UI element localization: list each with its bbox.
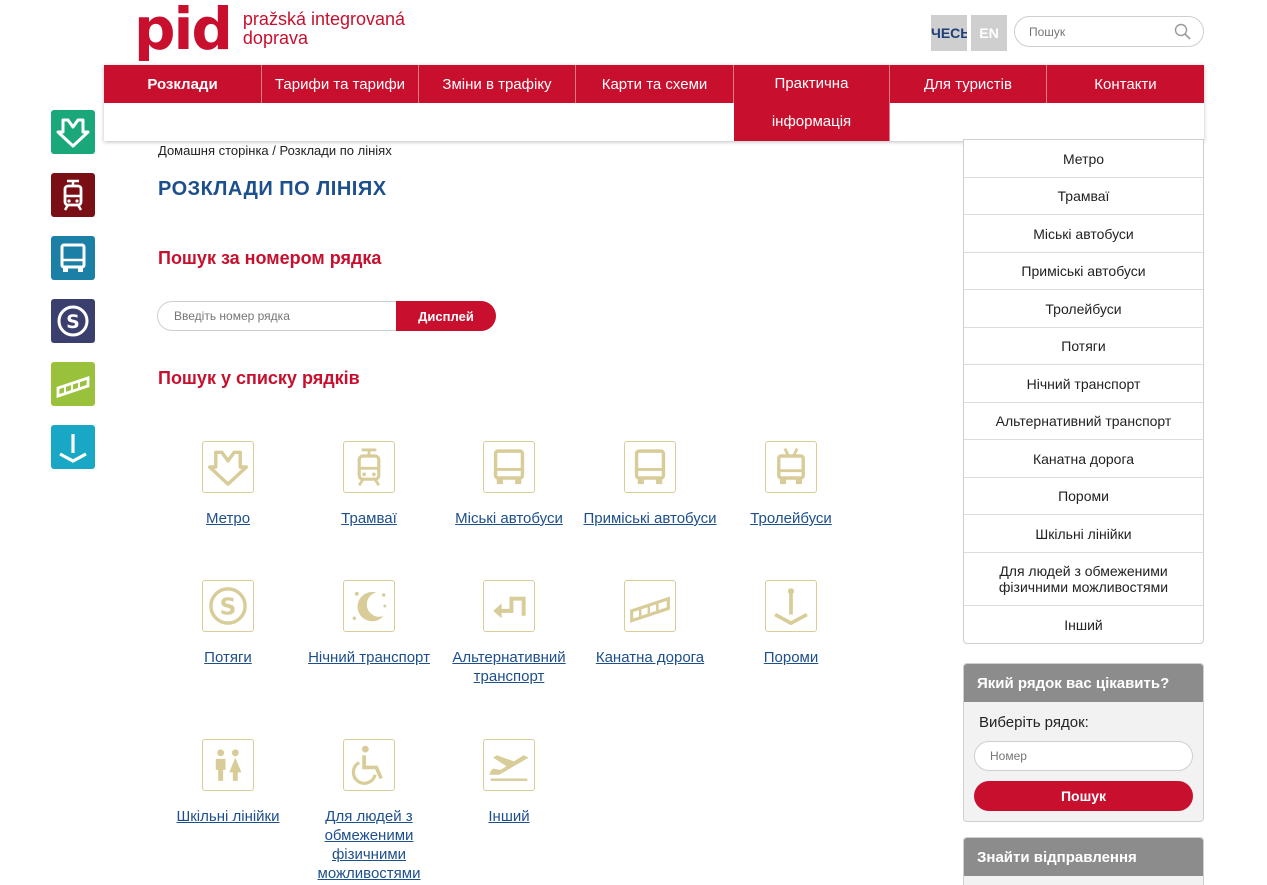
train-s-icon: S [209, 587, 247, 625]
tile-suburban-buses[interactable]: Приміські автобуси [580, 441, 720, 528]
line-widget-search-button[interactable]: Пошук [974, 781, 1193, 811]
site-search [1014, 16, 1204, 47]
alternative-route-icon [493, 596, 526, 619]
nav-item-tourists[interactable]: Для туристів [890, 65, 1047, 103]
display-button[interactable]: Дисплей [396, 301, 496, 331]
side-ferry-icon[interactable] [51, 425, 95, 469]
side-metro-icon[interactable] [51, 110, 95, 154]
tile-label[interactable]: Пороми [721, 648, 861, 667]
tile-label[interactable]: Інший [439, 807, 579, 826]
sidebar-item-metro[interactable]: Метро [964, 140, 1203, 178]
side-tram-icon[interactable] [51, 173, 95, 217]
logo-text-line2: doprava [242, 28, 308, 48]
side-train-icon[interactable]: S [51, 299, 95, 343]
section-search-in-list: Пошук у списку рядків [158, 368, 360, 388]
tile-label[interactable]: Метро [158, 509, 298, 528]
airplane-icon [489, 755, 529, 781]
tile-label[interactable]: Нічний транспорт [299, 648, 439, 667]
night-moon-icon [352, 591, 387, 622]
tile-other[interactable]: Інший [439, 739, 579, 826]
sidebar-item-tram[interactable]: Трамваї [964, 178, 1203, 215]
tile-ferries[interactable]: Пороми [721, 580, 861, 667]
train-s-icon: S [57, 305, 89, 337]
funicular-icon [630, 596, 670, 623]
page-title: РОЗКЛАДИ ПО ЛІНІЯХ [158, 178, 387, 200]
tile-label[interactable]: Для людей з обмеженими фізичними можливо… [299, 807, 439, 883]
sidebar-item-other[interactable]: Інший [964, 606, 1203, 643]
side-funicular-icon[interactable] [51, 362, 95, 406]
site-search-input[interactable] [1029, 17, 1179, 46]
metro-icon [207, 450, 249, 486]
funicular-icon [56, 376, 90, 398]
nav-item-timetables[interactable]: Розклади [104, 65, 262, 103]
tile-metro[interactable]: Метро [158, 441, 298, 528]
tile-label[interactable]: Альтернативний транспорт [439, 648, 579, 686]
metro-icon [56, 118, 90, 148]
ferry-anchor-icon [59, 434, 87, 463]
logo-mark: pid [134, 0, 233, 63]
nav-item-contacts[interactable]: Контакти [1047, 65, 1204, 103]
tile-label[interactable]: Шкільні лінійки [158, 807, 298, 826]
tile-label[interactable]: Приміські автобуси [580, 509, 720, 528]
pid-logo[interactable]: pid pražská integrovaná doprava [134, 0, 405, 63]
nav-item-maps[interactable]: Карти та схеми [576, 65, 734, 103]
section-search-by-number: Пошук за номером рядка [158, 248, 382, 268]
tile-city-buses[interactable]: Міські автобуси [439, 441, 579, 528]
line-number-search: Дисплей [157, 301, 496, 331]
tram-icon [357, 448, 381, 487]
sidebar-item-school-lines[interactable]: Шкільні лінійки [964, 515, 1203, 553]
tile-school-lines[interactable]: Шкільні лінійки [158, 739, 298, 826]
tile-label[interactable]: Трамваї [299, 509, 439, 528]
departures-widget: Знайти відправлення [963, 837, 1204, 885]
line-widget: Який рядок вас цікавить? Виберіть рядок:… [963, 663, 1204, 822]
line-widget-label: Виберіть рядок: [979, 714, 1089, 731]
lang-czech-button[interactable]: ЧЕСЬКА [931, 15, 967, 51]
bus-icon [60, 243, 86, 272]
school-children-icon [215, 749, 242, 781]
tile-night-transport[interactable]: Нічний транспорт [299, 580, 439, 667]
tile-accessibility[interactable]: Для людей з обмеженими фізичними можливо… [299, 739, 439, 883]
line-number-input[interactable] [157, 301, 402, 331]
sidebar-item-trains[interactable]: Потяги [964, 328, 1203, 365]
search-icon[interactable] [1174, 23, 1191, 40]
nav-item-traffic-changes[interactable]: Зміни в трафіку [419, 65, 576, 103]
tile-cable-car[interactable]: Канатна дорога [580, 580, 720, 667]
sidebar-item-cable-car[interactable]: Канатна дорога [964, 440, 1203, 478]
sidebar-item-alternative-transport[interactable]: Альтернативний транспорт [964, 403, 1203, 440]
breadcrumb[interactable]: Домашня сторінка / Розклади по лініях [158, 143, 392, 158]
bus-icon [493, 449, 525, 485]
departures-widget-title[interactable]: Знайти відправлення [964, 838, 1203, 876]
tram-icon [63, 179, 83, 211]
svg-text:S: S [66, 311, 80, 333]
svg-text:S: S [220, 594, 237, 621]
nav-item-fares[interactable]: Тарифи та тарифи [262, 65, 419, 103]
logo-text-line1: pražská integrovaná [242, 9, 406, 29]
tile-trolleybuses[interactable]: Тролейбуси [721, 441, 861, 528]
bus-icon [634, 449, 666, 485]
line-widget-title: Який рядок вас цікавить? [964, 664, 1203, 702]
sidebar-item-trolleybuses[interactable]: Тролейбуси [964, 290, 1203, 328]
tile-alternative-transport[interactable]: Альтернативний транспорт [439, 580, 579, 686]
wheelchair-icon [351, 745, 383, 785]
ferry-anchor-icon [774, 588, 808, 626]
sidebar-item-ferries[interactable]: Пороми [964, 478, 1203, 515]
tile-label[interactable]: Канатна дорога [580, 648, 720, 667]
side-bus-icon[interactable] [51, 236, 95, 280]
sidebar-item-suburban-buses[interactable]: Приміські автобуси [964, 253, 1203, 290]
tile-trains[interactable]: S Потяги [158, 580, 298, 667]
logo-text: pražská integrovaná doprava [243, 10, 405, 48]
sidebar-item-accessibility[interactable]: Для людей з обмеженими фізичними можливо… [964, 553, 1203, 606]
lang-english-button[interactable]: EN [971, 15, 1007, 51]
line-widget-input[interactable] [974, 741, 1193, 771]
tile-tram[interactable]: Трамваї [299, 441, 439, 528]
tile-label[interactable]: Потяги [158, 648, 298, 667]
main-nav: Розклади Тарифи та тарифи Зміни в трафік… [104, 65, 1204, 141]
nav-item-practical-info[interactable]: Практична інформація [734, 65, 890, 141]
trolleybus-icon [777, 448, 805, 485]
sidebar-list: Метро Трамваї Міські автобуси Приміські … [963, 139, 1204, 644]
tile-label[interactable]: Тролейбуси [721, 509, 861, 528]
sidebar-item-night-transport[interactable]: Нічний транспорт [964, 365, 1203, 403]
sidebar-item-city-buses[interactable]: Міські автобуси [964, 215, 1203, 253]
tile-label[interactable]: Міські автобуси [439, 509, 579, 528]
